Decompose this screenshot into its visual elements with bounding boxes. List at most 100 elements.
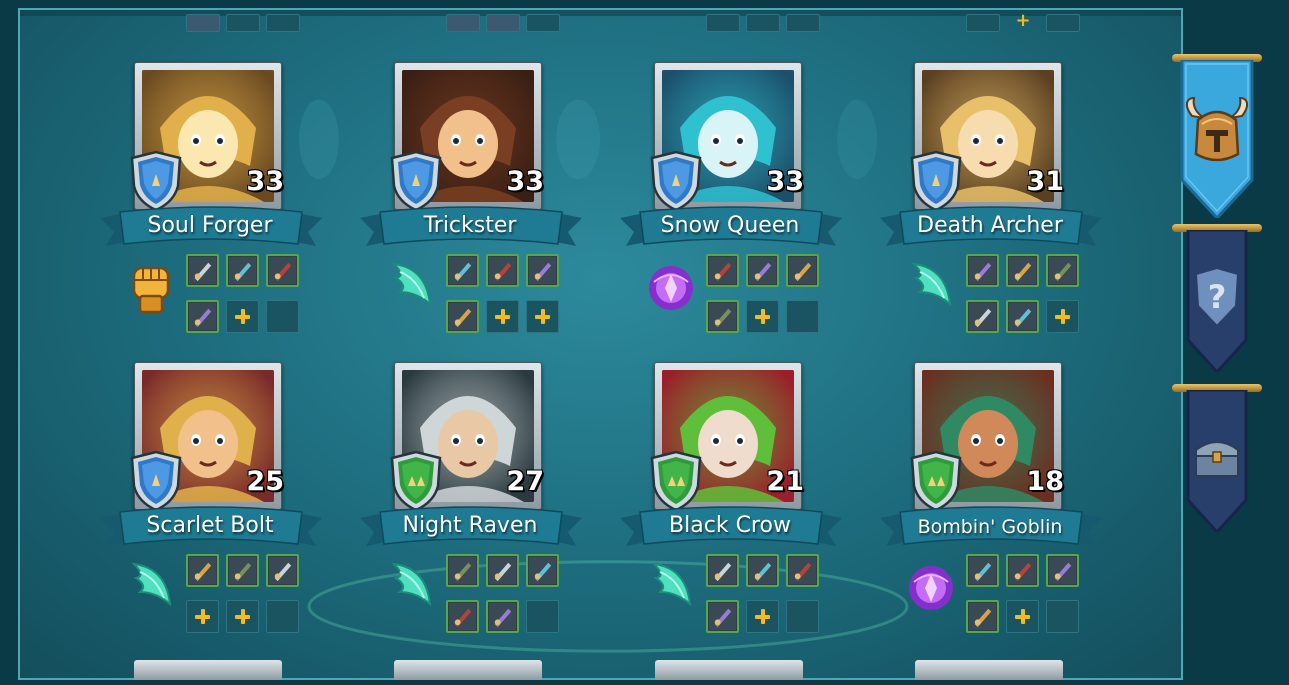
gear-slot[interactable] bbox=[446, 254, 479, 287]
hero-portrait-frame[interactable] bbox=[655, 660, 803, 680]
equipment-icon bbox=[749, 257, 776, 284]
gear-slot[interactable] bbox=[1006, 554, 1039, 587]
tab-chest[interactable] bbox=[1178, 388, 1256, 536]
svg-text:?: ? bbox=[1208, 278, 1227, 316]
empty-slot[interactable] bbox=[526, 600, 559, 633]
add-gear-icon[interactable] bbox=[186, 600, 219, 633]
equipment-icon bbox=[529, 257, 556, 284]
equipment-icon bbox=[1009, 257, 1036, 284]
equipment-icon bbox=[189, 557, 216, 584]
empty-slot[interactable] bbox=[966, 14, 1000, 32]
hero-card[interactable]: 21 Black Crow bbox=[620, 362, 860, 652]
hero-portrait-frame[interactable] bbox=[134, 660, 282, 680]
empty-slot[interactable] bbox=[746, 14, 780, 32]
gear-slot[interactable] bbox=[486, 14, 520, 32]
empty-slot[interactable] bbox=[526, 14, 560, 32]
hero-portrait-frame[interactable] bbox=[394, 660, 542, 680]
hero-name: Scarlet Bolt bbox=[146, 513, 274, 538]
gear-slot[interactable] bbox=[486, 554, 519, 587]
wing-icon bbox=[911, 262, 952, 307]
hero-card[interactable]: 25 Scarlet Bolt bbox=[100, 362, 340, 652]
equipment-icon bbox=[489, 557, 516, 584]
add-gear-icon[interactable] bbox=[226, 600, 259, 633]
gear-slot[interactable] bbox=[266, 254, 299, 287]
gear-slot[interactable] bbox=[226, 254, 259, 287]
equipment-icon bbox=[749, 557, 776, 584]
hero-card[interactable]: 18 Bombin' Goblin bbox=[880, 362, 1120, 652]
equipment-icon bbox=[1009, 557, 1036, 584]
add-gear-icon[interactable] bbox=[746, 600, 779, 633]
gear-slot[interactable] bbox=[226, 554, 259, 587]
hero-card[interactable]: 27 Night Raven bbox=[360, 362, 600, 652]
gear-slot[interactable] bbox=[706, 600, 739, 633]
empty-slot[interactable] bbox=[786, 14, 820, 32]
add-gear-icon[interactable] bbox=[1006, 600, 1039, 633]
empty-slot[interactable] bbox=[706, 14, 740, 32]
hero-name: Trickster bbox=[423, 213, 517, 238]
empty-slot[interactable] bbox=[786, 600, 819, 633]
empty-slot[interactable] bbox=[786, 300, 819, 333]
equipment-icon bbox=[1049, 257, 1076, 284]
tab-help[interactable]: ? bbox=[1178, 228, 1256, 376]
gear-slot[interactable] bbox=[446, 554, 479, 587]
add-gear-icon[interactable] bbox=[1046, 300, 1079, 333]
gear-slot[interactable] bbox=[786, 554, 819, 587]
gear-slot[interactable] bbox=[966, 600, 999, 633]
equipment-icon bbox=[709, 557, 736, 584]
equipment-icon bbox=[709, 303, 736, 330]
equipment-icon bbox=[969, 257, 996, 284]
gear-slot[interactable] bbox=[966, 300, 999, 333]
empty-slot[interactable] bbox=[266, 300, 299, 333]
gear-slot[interactable] bbox=[706, 300, 739, 333]
gear-slot[interactable] bbox=[446, 300, 479, 333]
gear-slot[interactable] bbox=[1006, 300, 1039, 333]
gear-slot[interactable] bbox=[966, 554, 999, 587]
fist-icon bbox=[132, 266, 170, 314]
gear-slot[interactable] bbox=[486, 600, 519, 633]
gear-slot[interactable] bbox=[786, 254, 819, 287]
equipment-icon bbox=[489, 603, 516, 630]
tab-heroes[interactable] bbox=[1178, 58, 1256, 222]
gear-slot[interactable] bbox=[486, 254, 519, 287]
empty-slot[interactable] bbox=[266, 14, 300, 32]
gear-slot[interactable] bbox=[446, 600, 479, 633]
hero-card[interactable]: 33 Trickster bbox=[360, 62, 600, 352]
equipment-icon bbox=[969, 557, 996, 584]
gear-slot[interactable] bbox=[186, 554, 219, 587]
add-gear-icon[interactable] bbox=[226, 300, 259, 333]
empty-slot[interactable] bbox=[1046, 600, 1079, 633]
gear-slot[interactable] bbox=[1046, 554, 1079, 587]
add-gear-icon[interactable] bbox=[526, 300, 559, 333]
hero-card[interactable]: 31 Death Archer bbox=[880, 62, 1120, 352]
add-gear-icon[interactable] bbox=[746, 300, 779, 333]
equipment-icon bbox=[189, 257, 216, 284]
gear-slot[interactable] bbox=[186, 14, 220, 32]
add-gear-icon[interactable] bbox=[486, 300, 519, 333]
gear-slot[interactable] bbox=[186, 254, 219, 287]
equipment-icon bbox=[269, 557, 296, 584]
empty-slot[interactable] bbox=[266, 600, 299, 633]
gear-slot[interactable] bbox=[706, 254, 739, 287]
gear-slot[interactable] bbox=[266, 554, 299, 587]
hero-card[interactable]: 33 Snow Queen bbox=[620, 62, 860, 352]
gear-slot[interactable] bbox=[526, 254, 559, 287]
empty-slot[interactable] bbox=[1046, 14, 1080, 32]
gear-slot[interactable] bbox=[746, 254, 779, 287]
add-gear-icon[interactable]: + bbox=[1006, 12, 1040, 32]
gear-slot[interactable] bbox=[746, 554, 779, 587]
gear-slot[interactable] bbox=[1006, 254, 1039, 287]
hero-level: 33 bbox=[766, 166, 804, 197]
hero-portrait-frame[interactable] bbox=[915, 660, 1063, 680]
gear-slot[interactable] bbox=[1046, 254, 1079, 287]
hero-card[interactable]: 33 Soul Forger bbox=[100, 62, 340, 352]
hero-name: Black Crow bbox=[669, 513, 791, 538]
gear-slot[interactable] bbox=[446, 14, 480, 32]
equipment-icon bbox=[789, 257, 816, 284]
gear-slot[interactable] bbox=[706, 554, 739, 587]
gear-slot[interactable] bbox=[186, 300, 219, 333]
hero-name: Death Archer bbox=[917, 213, 1063, 238]
equipment-icon bbox=[969, 303, 996, 330]
gear-slot[interactable] bbox=[526, 554, 559, 587]
gear-slot[interactable] bbox=[966, 254, 999, 287]
empty-slot[interactable] bbox=[226, 14, 260, 32]
